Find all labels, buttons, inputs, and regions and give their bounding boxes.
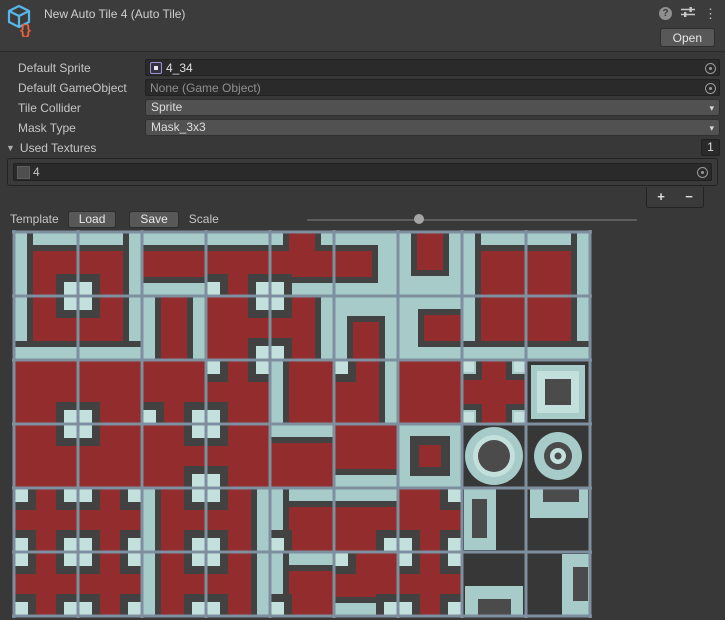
presets-icon[interactable] [681,6,695,21]
field-value: 4_34 [166,61,193,75]
object-picker-icon[interactable] [697,167,708,178]
tile-grid-svg [12,230,592,618]
field-row-mask-type: Mask Type Mask_3x3 ▾ [18,119,720,136]
object-picker-icon[interactable] [705,63,716,74]
field-label: Mask Type [18,121,145,135]
sprite-icon [150,62,162,74]
load-button[interactable]: Load [68,211,117,228]
mask-type-dropdown[interactable]: Mask_3x3 ▾ [145,119,720,136]
array-size-field[interactable]: 1 [701,139,720,156]
field-row-default-gameobject: Default GameObject None (Game Object) [18,79,720,96]
dropdown-value: Sprite [151,100,182,114]
template-toolbar: Template Load Save Scale [10,210,725,228]
add-remove-box: + − [646,187,704,208]
list-footer: + − [0,187,704,208]
field-label: Default GameObject [18,81,145,95]
chevron-down-icon: ▾ [709,101,714,116]
used-textures-label: Used Textures [20,141,96,155]
save-button[interactable]: Save [129,211,178,228]
scriptable-object-icon: {} [5,3,37,40]
field-value: None (Game Object) [150,81,261,95]
default-gameobject-field[interactable]: None (Game Object) [145,79,720,96]
tile-template-preview[interactable] [12,230,592,618]
scale-slider[interactable] [307,211,637,227]
open-button[interactable]: Open [660,28,715,47]
header-icon-group: ? ⋮ [659,6,717,21]
slider-thumb[interactable] [414,214,424,224]
foldout-triangle-icon[interactable]: ▼ [6,143,15,153]
remove-button[interactable]: − [675,188,703,206]
used-textures-list: 4 [7,158,718,186]
inspector-body: Default Sprite 4_34 Default GameObject N… [0,52,725,618]
field-row-default-sprite: Default Sprite 4_34 [18,59,720,76]
slider-track[interactable] [307,219,637,221]
used-textures-foldout[interactable]: ▼ Used Textures 1 [6,139,720,156]
field-label: Tile Collider [18,101,145,115]
help-icon[interactable]: ? [659,7,672,20]
texture-thumbnail [17,166,30,179]
dropdown-value: Mask_3x3 [151,120,206,134]
texture-name: 4 [33,165,40,179]
scale-label: Scale [189,212,219,226]
default-sprite-field[interactable]: 4_34 [145,59,720,76]
page-title: New Auto Tile 4 (Auto Tile) [44,7,185,21]
inspector-header: {} New Auto Tile 4 (Auto Tile) ? ⋮ Open [0,0,725,52]
svg-text:{}: {} [20,21,31,37]
field-label: Default Sprite [18,61,145,75]
chevron-down-icon: ▾ [709,121,714,136]
object-picker-icon[interactable] [705,83,716,94]
add-button[interactable]: + [647,188,675,206]
field-row-tile-collider: Tile Collider Sprite ▾ [18,99,720,116]
texture-item-field[interactable]: 4 [13,163,712,181]
template-label: Template [10,212,59,226]
tile-collider-dropdown[interactable]: Sprite ▾ [145,99,720,116]
kebab-menu-icon[interactable]: ⋮ [704,7,717,20]
